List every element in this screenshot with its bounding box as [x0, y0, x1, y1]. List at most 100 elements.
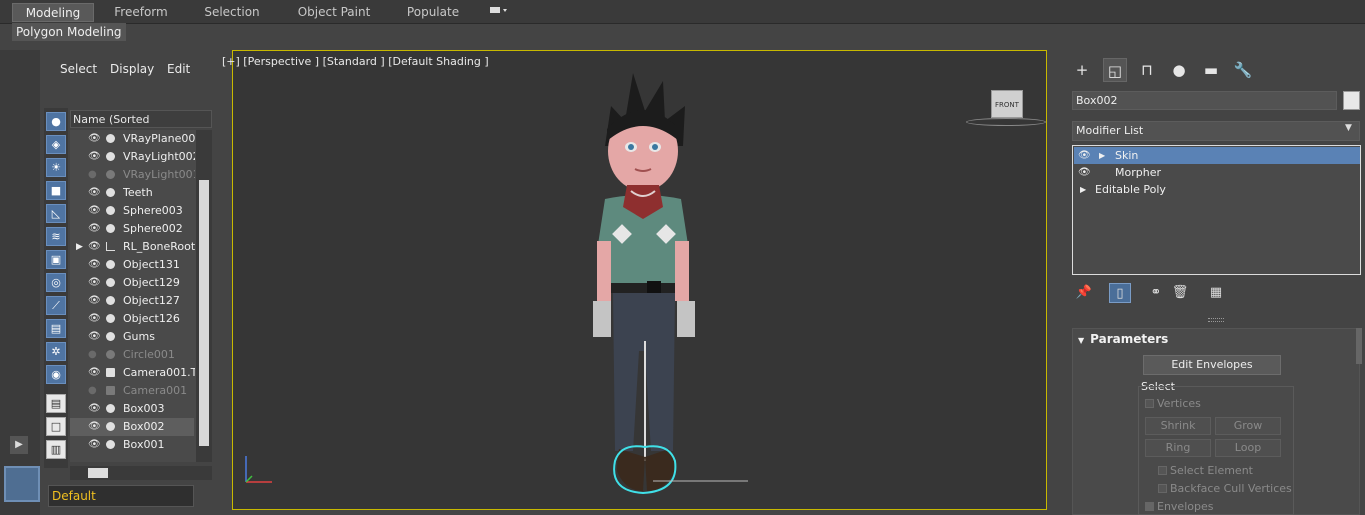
filter-containers-button[interactable]: ▤ [46, 319, 66, 338]
tab-selection[interactable]: Selection [196, 3, 268, 22]
eye-icon[interactable]: 👁 [88, 130, 101, 148]
modifier-list-dropdown[interactable]: Modifier List [1072, 121, 1360, 141]
tab-modeling[interactable]: Modeling [12, 3, 94, 22]
filter-xrefs-button[interactable]: ◎ [46, 273, 66, 292]
list-item[interactable]: 👁 VRayPlane001 [70, 130, 195, 148]
viewport-layout-thumbnail[interactable] [4, 466, 40, 502]
list-item[interactable]: 👁 Teeth [70, 184, 194, 202]
eye-icon[interactable]: 👁 [1078, 147, 1091, 164]
invert-selection-button[interactable]: ▥ [46, 440, 66, 459]
filter-bones-button[interactable]: ⟋ [46, 296, 66, 315]
list-item[interactable]: 👁 Sphere002 [70, 220, 194, 238]
edit-envelopes-button[interactable]: Edit Envelopes [1143, 355, 1281, 375]
stack-item-skin[interactable]: 👁 ▶ Skin [1074, 147, 1360, 164]
list-item[interactable]: 👁 Sphere003 [70, 202, 194, 220]
filter-cameras-button[interactable]: ■ [46, 181, 66, 200]
menu-edit[interactable]: Edit [167, 62, 190, 76]
eye-closed-icon[interactable]: ● [88, 346, 97, 364]
create-tab[interactable]: + [1070, 58, 1094, 82]
hscroll-thumb[interactable] [88, 468, 108, 478]
object-color-swatch[interactable] [1343, 91, 1360, 110]
envelopes-checkbox[interactable] [1145, 502, 1154, 511]
eye-icon[interactable]: 👁 [88, 148, 101, 166]
eye-icon[interactable]: 👁 [88, 310, 101, 328]
eye-icon[interactable]: 👁 [88, 274, 101, 292]
grow-button[interactable]: Grow [1215, 417, 1281, 435]
list-item[interactable]: ● Camera001 [70, 382, 194, 400]
panel-resize-grip[interactable] [1208, 318, 1224, 322]
list-item[interactable]: 👁 Box003 [70, 400, 194, 418]
filter-shapes-button[interactable]: ◈ [46, 135, 66, 154]
list-item[interactable]: 👁 Object127 [70, 292, 194, 310]
select-all-button[interactable]: ▤ [46, 394, 66, 413]
eye-icon[interactable]: 👁 [88, 202, 101, 220]
list-item[interactable]: ● VRayLight001 [70, 166, 195, 184]
parameters-rollout-title[interactable]: ▼ Parameters [1078, 332, 1168, 346]
ring-button[interactable]: Ring [1145, 439, 1211, 457]
eye-icon[interactable]: 👁 [88, 400, 101, 418]
select-none-button[interactable]: □ [46, 417, 66, 436]
backface-cull-checkbox[interactable] [1158, 484, 1167, 493]
tab-populate[interactable]: Populate [400, 3, 466, 22]
eye-icon[interactable]: 👁 [88, 238, 101, 256]
filter-helpers-button[interactable]: ◺ [46, 204, 66, 223]
viewcube-ring[interactable] [966, 118, 1046, 126]
menu-select[interactable]: Select [60, 62, 97, 76]
display-tab[interactable]: ▬ [1199, 58, 1223, 82]
polygon-modeling-tab[interactable]: Polygon Modeling [12, 23, 126, 41]
scrollbar-thumb[interactable] [199, 180, 209, 446]
remove-modifier-button[interactable]: 🗑 [1169, 283, 1191, 303]
filter-geometry-button[interactable]: ● [46, 112, 66, 131]
eye-icon[interactable]: 👁 [88, 328, 101, 346]
pin-stack-button[interactable]: 📌 [1073, 283, 1095, 303]
filter-particles-button[interactable]: ✲ [46, 342, 66, 361]
tab-object-paint[interactable]: Object Paint [292, 3, 376, 22]
list-item-selected[interactable]: 👁 Box002 [70, 418, 194, 436]
list-item[interactable]: ▶ 👁 RL_BoneRoot [70, 238, 195, 256]
list-item[interactable]: 👁 VRayLight002 [70, 148, 195, 166]
select-element-checkbox[interactable] [1158, 466, 1167, 475]
modify-tab[interactable]: ◱ [1103, 58, 1127, 82]
stack-item-morpher[interactable]: 👁 Morpher [1074, 164, 1360, 181]
panel-scrollbar[interactable] [1356, 328, 1362, 364]
configure-modifier-sets-button[interactable]: ▦ [1205, 283, 1227, 303]
object-name-field[interactable]: Box002 [1072, 91, 1337, 110]
perspective-viewport[interactable] [232, 50, 1047, 510]
expand-arrow-button[interactable]: ▶ [10, 436, 28, 454]
tab-freeform[interactable]: Freeform [108, 3, 174, 22]
filter-visible-button[interactable]: ◉ [46, 365, 66, 384]
eye-closed-icon[interactable]: ● [88, 166, 97, 184]
eye-icon[interactable]: 👁 [88, 184, 101, 202]
filter-spacewarps-button[interactable]: ≋ [46, 227, 66, 246]
eye-icon[interactable]: 👁 [88, 418, 101, 436]
list-item[interactable]: 👁 Object126 [70, 310, 194, 328]
list-column-header[interactable]: Name (Sorted Descending) [70, 110, 212, 144]
eye-closed-icon[interactable]: ● [88, 382, 97, 400]
expand-arrow-icon[interactable]: ▶ [76, 238, 83, 256]
ribbon-options-dropdown[interactable] [486, 3, 512, 22]
shrink-button[interactable]: Shrink [1145, 417, 1211, 435]
list-item[interactable]: 👁 Box001 [70, 436, 194, 454]
filter-lights-button[interactable]: ☀ [46, 158, 66, 177]
eye-icon[interactable]: 👁 [88, 292, 101, 310]
eye-icon[interactable]: 👁 [1078, 164, 1091, 181]
list-item[interactable]: 👁 Object131 [70, 256, 194, 274]
viewport-label[interactable]: [+] [Perspective ] [Standard ] [Default … [222, 55, 489, 68]
eye-icon[interactable]: 👁 [88, 436, 101, 454]
hierarchy-tab[interactable]: ⊓ [1135, 58, 1159, 82]
eye-icon[interactable]: 👁 [88, 256, 101, 274]
motion-tab[interactable]: ● [1167, 58, 1191, 82]
make-unique-button[interactable]: ⚭ [1145, 283, 1167, 303]
list-item[interactable]: 👁 Object129 [70, 274, 194, 292]
vertices-checkbox[interactable] [1145, 399, 1154, 408]
viewcube[interactable]: FRONT [991, 90, 1023, 118]
list-item[interactable]: ● Circle001 [70, 346, 194, 364]
loop-button[interactable]: Loop [1215, 439, 1281, 457]
filter-groups-button[interactable]: ▣ [46, 250, 66, 269]
layer-field[interactable]: Default [48, 485, 194, 507]
eye-icon[interactable]: 👁 [88, 364, 101, 382]
eye-icon[interactable]: 👁 [88, 220, 101, 238]
stack-item-editable-poly[interactable]: ▶ Editable Poly [1074, 181, 1360, 198]
expand-arrow-icon[interactable]: ▶ [1099, 147, 1105, 164]
menu-display[interactable]: Display [110, 62, 154, 76]
